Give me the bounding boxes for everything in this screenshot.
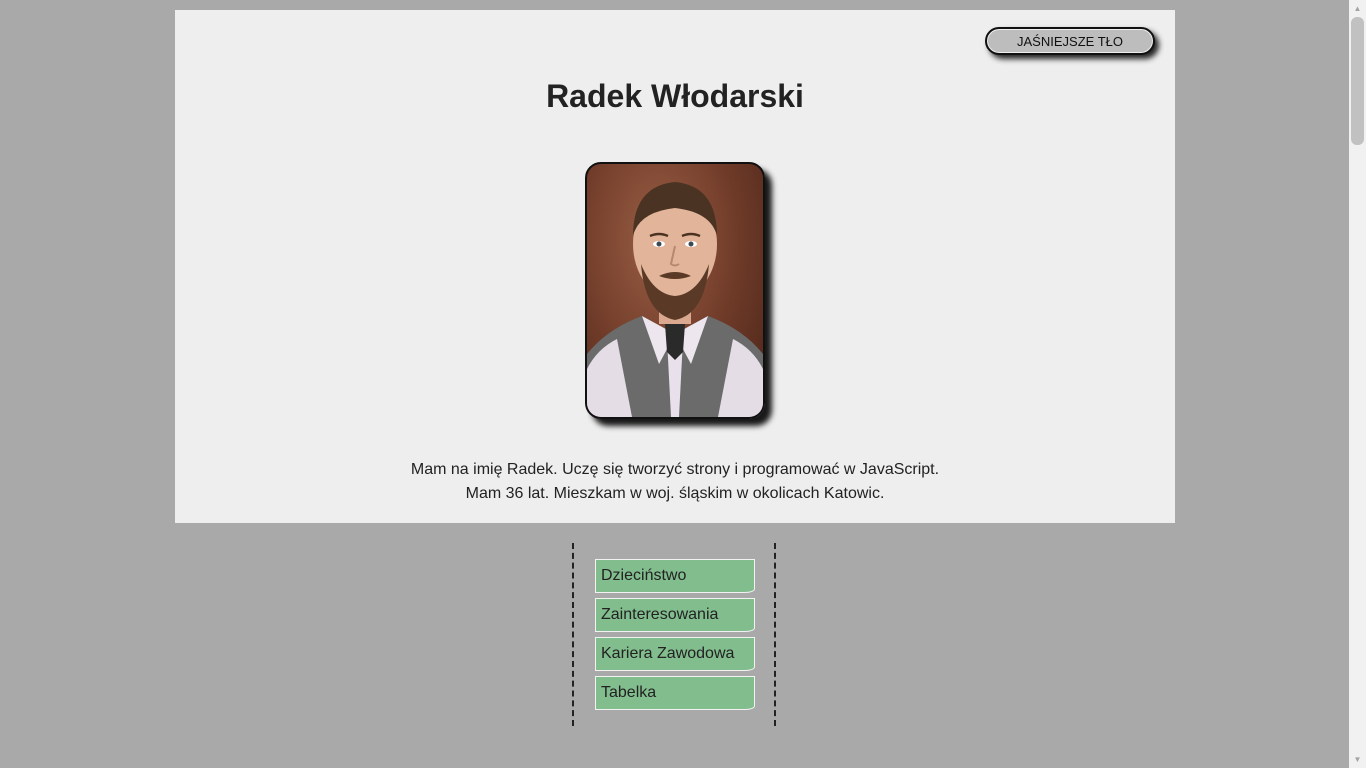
nav-item-table[interactable]: Tabelka — [595, 676, 755, 710]
section-nav: Dzieciństwo Zainteresowania Kariera Zawo… — [572, 543, 776, 726]
lighter-background-button[interactable]: JAŚNIEJSZE TŁO — [985, 27, 1155, 55]
scrollbar-thumb[interactable] — [1351, 17, 1364, 145]
bio-line-1: Mam na imię Radek. Uczę się tworzyć stro… — [410, 461, 940, 478]
scroll-down-arrow-icon[interactable]: ▼ — [1349, 751, 1366, 768]
portrait-illustration — [587, 182, 763, 417]
nav-item-childhood[interactable]: Dzieciństwo — [595, 559, 755, 593]
profile-photo — [585, 162, 765, 419]
nav-item-career[interactable]: Kariera Zawodowa — [595, 637, 755, 671]
nav-item-interests[interactable]: Zainteresowania — [595, 598, 755, 632]
bio-line-2: Mam 36 lat. Mieszkam w woj. śląskim w ok… — [465, 485, 885, 502]
bio-text: Mam na imię Radek. Uczę się tworzyć stro… — [175, 458, 1175, 506]
page-title: Radek Włodarski — [546, 78, 804, 114]
vertical-scrollbar[interactable]: ▲ ▼ — [1349, 0, 1366, 768]
scroll-up-arrow-icon[interactable]: ▲ — [1349, 0, 1366, 17]
